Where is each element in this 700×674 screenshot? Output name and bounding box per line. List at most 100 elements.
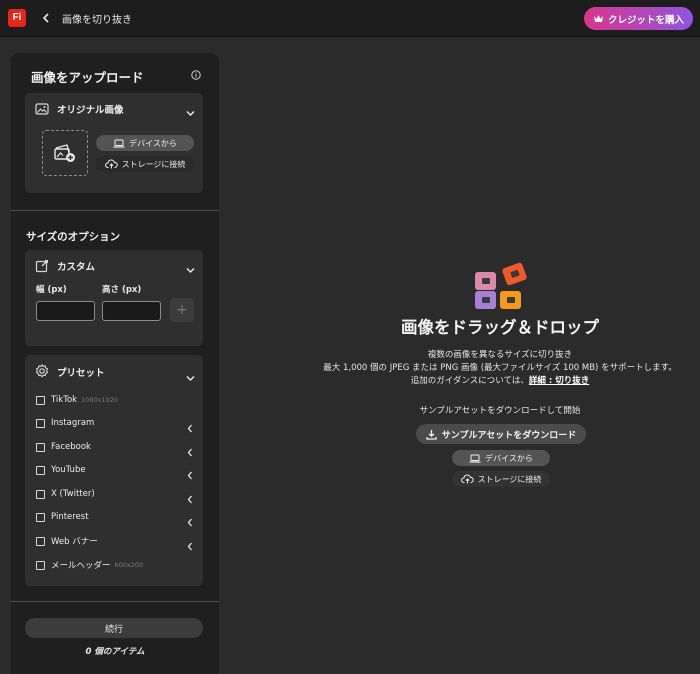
yellow-tile-icon xyxy=(500,291,521,309)
preset-label: メールヘッダー xyxy=(51,561,111,571)
expand-chevron[interactable] xyxy=(187,442,193,461)
download-sample-button[interactable]: サンプルアセットをダウンロード xyxy=(416,424,586,444)
preset-item[interactable]: Web バナー xyxy=(36,534,193,551)
image-drop-slot[interactable] xyxy=(42,130,88,176)
preset-item[interactable]: Instagram xyxy=(36,416,193,433)
checkbox[interactable] xyxy=(36,465,45,475)
cloud-upload-icon xyxy=(460,474,474,484)
learn-more-link[interactable]: 詳細 : 切り抜き xyxy=(529,376,589,386)
from-device-label: デバイスから xyxy=(485,453,533,463)
expand-chevron[interactable] xyxy=(187,418,193,437)
back-button[interactable] xyxy=(38,10,54,26)
chevron-left-icon xyxy=(187,542,192,551)
cloud-upload-icon xyxy=(104,159,118,169)
checkbox[interactable] xyxy=(36,442,45,452)
preset-item[interactable]: YouTube xyxy=(36,463,193,480)
custom-size-card: カスタム 幅 (px) 高さ (px) + xyxy=(25,250,203,346)
height-input[interactable] xyxy=(102,301,161,321)
section-divider xyxy=(11,210,219,211)
width-label: 幅 (px) xyxy=(36,285,67,295)
preset-label: Instagram xyxy=(51,418,95,428)
page-title: 画像を切り抜き xyxy=(62,15,132,26)
buy-credits-label: クレジットを購入 xyxy=(607,14,684,26)
connect-storage-label: ストレージに接続 xyxy=(121,159,186,169)
items-count: 0 個のアイテム xyxy=(85,647,145,657)
add-size-button[interactable]: + xyxy=(170,298,194,322)
purple-tile-icon xyxy=(475,291,496,309)
drop-description-2: 最大 1,000 個の JPEG または PNG 画像 (最大ファイルサイズ 1… xyxy=(323,363,677,373)
preset-dimension: 600x200 xyxy=(114,561,144,569)
orange-tile-icon xyxy=(501,261,528,287)
height-label: 高さ (px) xyxy=(102,285,142,295)
top-bar: Fi 画像を切り抜き クレジットを購入 xyxy=(0,0,700,37)
crop-edit-icon xyxy=(34,258,50,274)
buy-credits-button[interactable]: クレジットを購入 xyxy=(584,7,693,30)
from-device-button[interactable]: デバイスから xyxy=(452,450,550,466)
checkbox[interactable] xyxy=(36,418,45,428)
preset-label: TikTok xyxy=(51,395,78,405)
expand-chevron[interactable] xyxy=(187,512,193,531)
crown-icon xyxy=(593,15,603,22)
checkbox[interactable] xyxy=(36,536,45,546)
preset-item[interactable]: X (Twitter) xyxy=(36,487,193,504)
preset-label: YouTube xyxy=(51,465,86,475)
preset-label: Web バナー xyxy=(51,537,98,547)
preset-item[interactable]: Pinterest xyxy=(36,510,193,527)
from-device-label: デバイスから xyxy=(129,138,177,148)
from-device-button[interactable]: デバイスから xyxy=(96,135,194,151)
left-panel: 画像をアップロード オリジナル画像 デバイスから ストレージに接続 サイズのオプ… xyxy=(11,53,219,674)
app-logo[interactable]: Fi xyxy=(8,9,26,27)
preset-dimension: 1080x1920 xyxy=(81,396,119,404)
info-icon xyxy=(191,70,201,80)
drop-title: 画像をドラッグ＆ドロップ xyxy=(401,318,599,337)
chevron-left-icon xyxy=(187,424,192,433)
chevron-left-icon xyxy=(187,471,192,480)
connect-storage-label: ストレージに接続 xyxy=(477,474,542,484)
chevron-down-icon xyxy=(186,110,195,117)
preset-item[interactable]: TikTok 1080x1920 xyxy=(36,393,193,407)
section-divider xyxy=(11,601,219,602)
checkbox[interactable] xyxy=(36,489,45,499)
collapse-toggle[interactable] xyxy=(186,102,195,121)
expand-chevron[interactable] xyxy=(187,465,193,484)
upload-heading: 画像をアップロード xyxy=(31,70,144,85)
continue-button[interactable]: 続行 xyxy=(25,618,203,638)
chevron-left-icon xyxy=(187,448,192,457)
expand-chevron[interactable] xyxy=(187,489,193,508)
preset-item[interactable]: メールヘッダー 600x200 xyxy=(36,558,193,572)
info-button[interactable] xyxy=(191,65,201,84)
preset-label: Pinterest xyxy=(51,512,89,522)
download-icon xyxy=(426,429,437,440)
custom-label: カスタム xyxy=(57,262,96,273)
guidance-text: 追加のガイダンスについては、 xyxy=(410,376,529,386)
original-image-label: オリジナル画像 xyxy=(57,105,124,116)
preset-item[interactable]: Facebook xyxy=(36,440,193,457)
connect-storage-button[interactable]: ストレージに接続 xyxy=(452,471,550,487)
drop-description-1: 複数の画像を異なるサイズに切り抜き xyxy=(427,350,573,360)
checkbox[interactable] xyxy=(36,560,45,570)
drop-illustration xyxy=(474,261,528,309)
add-image-icon xyxy=(54,144,75,162)
checkbox[interactable] xyxy=(36,395,45,405)
image-icon xyxy=(34,101,50,117)
presets-card: プリセット TikTok 1080x1920 Instagram Faceboo… xyxy=(25,355,203,586)
width-input[interactable] xyxy=(36,301,95,321)
sample-heading: サンプルアセットをダウンロードして開始 xyxy=(419,406,581,416)
connect-storage-button[interactable]: ストレージに接続 xyxy=(96,156,194,172)
chevron-down-icon xyxy=(186,375,195,382)
drop-description-3: 追加のガイダンスについては、詳細 : 切り抜き xyxy=(300,374,700,386)
preset-label: Facebook xyxy=(51,442,91,452)
preset-label: X (Twitter) xyxy=(51,489,95,499)
laptop-icon xyxy=(469,454,481,463)
plus-icon: + xyxy=(176,302,188,318)
collapse-toggle[interactable] xyxy=(186,367,195,386)
checkbox[interactable] xyxy=(36,512,45,522)
size-options-heading: サイズのオプション xyxy=(26,231,121,243)
chevron-left-icon xyxy=(187,518,192,527)
gear-icon xyxy=(34,363,50,379)
expand-chevron[interactable] xyxy=(187,536,193,555)
collapse-toggle[interactable] xyxy=(186,259,195,278)
pink-tile-icon xyxy=(475,272,496,290)
chevron-down-icon xyxy=(186,267,195,274)
chevron-left-icon xyxy=(187,495,192,504)
